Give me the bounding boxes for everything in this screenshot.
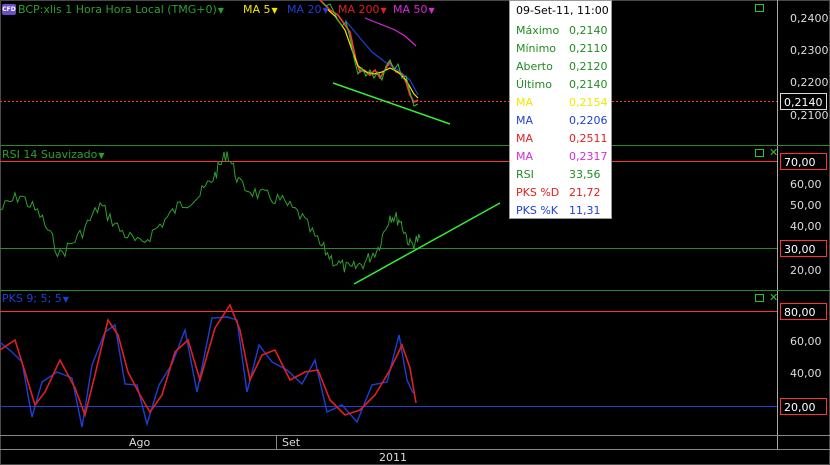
rsi-tick: 60,00	[790, 178, 822, 191]
rsi-tick: 40,00	[790, 220, 822, 233]
x-label-set: Set	[282, 436, 301, 449]
price-bars	[321, 1, 419, 107]
ma50-label[interactable]: MA 50▼	[393, 3, 435, 16]
tooltip-label: PKS %K	[516, 204, 558, 217]
tooltip-label: Último	[516, 78, 552, 91]
tooltip-value: 0,2110	[569, 42, 608, 55]
chart-canvas[interactable]	[0, 0, 830, 465]
tooltip-value: 0,2511	[569, 132, 608, 145]
rsi-30-box: 30,00	[780, 240, 827, 257]
price-tick: 0,2300	[790, 44, 829, 57]
ma200-label[interactable]: MA 200▼	[338, 3, 387, 16]
tooltip-label: PKS %D	[516, 186, 560, 199]
tooltip-value: 11,31	[569, 204, 601, 217]
pks-k-line	[0, 316, 414, 428]
tooltip-value: 0,2206	[569, 114, 608, 127]
pks-20-box: 20,00	[780, 398, 827, 415]
tooltip-title: 09-Set-11, 11:00	[516, 4, 609, 17]
close-icon[interactable]: ✕	[769, 147, 778, 158]
dropdown-icon[interactable]: ▼	[218, 6, 224, 15]
ma5-label[interactable]: MA 5▼	[243, 3, 278, 16]
price-tick: 0,2200	[790, 76, 829, 89]
cfd-badge: CFD	[2, 4, 16, 15]
tooltip-value: 21,72	[569, 186, 601, 199]
current-price-box: 0,2140	[780, 93, 827, 110]
tooltip-value: 0,2154	[569, 96, 608, 109]
tooltip-value: 0,2140	[569, 78, 608, 91]
dropdown-icon[interactable]: ▼	[429, 6, 435, 15]
close-icon[interactable]: ✕	[769, 292, 778, 303]
ma50-line	[364, 17, 417, 47]
rsi-line	[0, 151, 421, 273]
price-tick: 0,2400	[790, 12, 829, 25]
rsi-tick: 50,00	[790, 199, 822, 212]
x-label-ago: Ago	[129, 436, 151, 449]
tooltip-value: 0,2140	[569, 24, 608, 37]
tooltip-label: Mínimo	[516, 42, 557, 55]
maximize-icon[interactable]	[755, 4, 764, 12]
tooltip-value: 0,2120	[569, 60, 608, 73]
tooltip-value: 0,2317	[569, 150, 608, 163]
dropdown-icon[interactable]: ▼	[98, 151, 104, 160]
dropdown-icon[interactable]: ▼	[323, 6, 329, 15]
ma5-line	[325, 7, 419, 99]
rsi-tick: 20,00	[790, 264, 822, 277]
tooltip-label: Máximo	[516, 24, 560, 37]
year-label: 2011	[379, 451, 407, 464]
pks-label[interactable]: PKS 9; 5; 5▼	[2, 292, 69, 305]
rsi-70-box: 70,00	[780, 153, 827, 170]
tooltip-value: 33,56	[569, 168, 601, 181]
tooltip-label: MA	[516, 114, 534, 127]
pks-80-box: 80,00	[780, 303, 827, 320]
tooltip-label: Aberto	[516, 60, 553, 73]
dropdown-icon[interactable]: ▼	[381, 6, 387, 15]
maximize-icon[interactable]	[755, 294, 764, 302]
tooltip-label: MA	[516, 96, 534, 109]
maximize-icon[interactable]	[755, 149, 764, 157]
rsi-trendline[interactable]	[353, 202, 501, 285]
pks-tick: 60,00	[790, 335, 822, 348]
pks-d-line	[0, 303, 417, 418]
pks-tick: 40,00	[790, 367, 822, 380]
tooltip-label: MA	[516, 132, 534, 145]
dropdown-icon[interactable]: ▼	[63, 295, 69, 304]
support-trendline[interactable]	[332, 82, 451, 125]
dropdown-icon[interactable]: ▼	[272, 6, 278, 15]
rsi-label[interactable]: RSI 14 Suavizado▼	[2, 148, 105, 161]
data-tooltip: 09-Set-11, 11:00 Máximo 0,2140 Mínimo 0,211…	[509, 0, 612, 219]
tooltip-label: RSI	[516, 168, 534, 181]
symbol-label[interactable]: BCP:xlis 1 Hora Hora Local (TMG+0)▼	[18, 3, 224, 16]
ma20-label[interactable]: MA 20▼	[287, 3, 329, 16]
tooltip-label: MA	[516, 150, 534, 163]
